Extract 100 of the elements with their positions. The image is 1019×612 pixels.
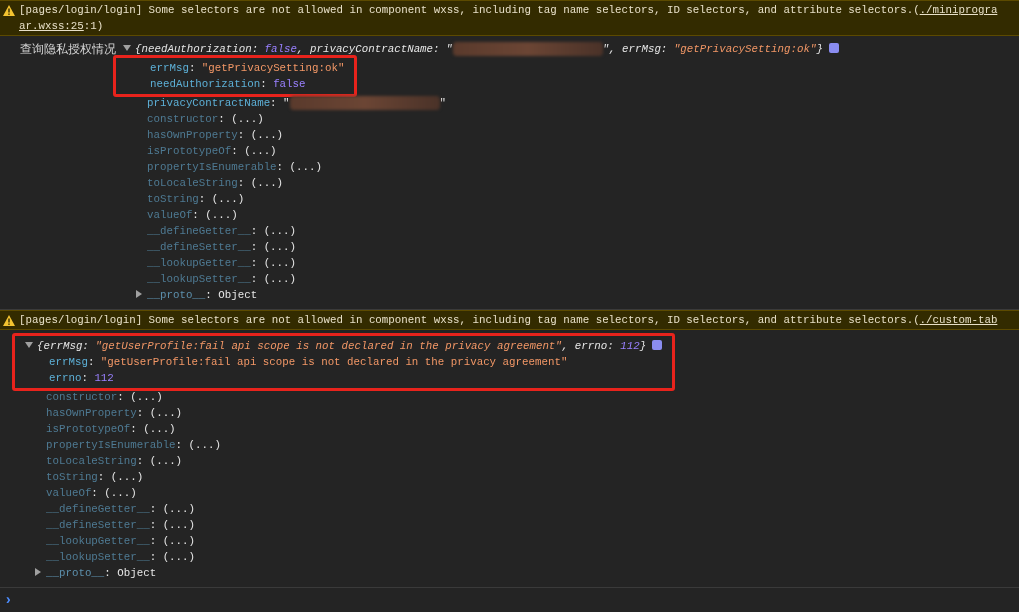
property-value[interactable]: (...) bbox=[231, 113, 264, 125]
colon: : bbox=[237, 177, 246, 189]
colon: : bbox=[149, 503, 158, 515]
colon: : bbox=[237, 129, 246, 141]
warning-text: [pages/login/login] Some selectors are not allowed in component wxss, including tag name selectors, ID selectors, and attribute selectors.( bbox=[19, 3, 920, 18]
property-key: __proto__ bbox=[46, 567, 105, 579]
console-prompt[interactable]: › bbox=[4, 592, 13, 608]
property-key: __lookupSetter__ bbox=[147, 273, 251, 285]
expand-arrow-icon[interactable] bbox=[135, 290, 143, 298]
property-key: errno bbox=[49, 372, 82, 384]
property-value[interactable]: (...) bbox=[263, 225, 297, 237]
property-value[interactable]: (...) bbox=[263, 273, 297, 285]
colon: : bbox=[104, 567, 112, 579]
colon: : bbox=[205, 289, 213, 301]
colon: : bbox=[188, 62, 197, 74]
source-link[interactable]: ar.wxss:25 bbox=[19, 20, 84, 32]
colon: : bbox=[270, 97, 278, 109]
property-key: valueOf bbox=[147, 209, 193, 221]
property-value[interactable]: (...) bbox=[149, 455, 183, 467]
expand-arrow-icon[interactable] bbox=[34, 568, 42, 576]
property-key: toString bbox=[46, 471, 98, 483]
property-value[interactable]: (...) bbox=[110, 471, 144, 483]
property-key: __defineSetter__ bbox=[147, 241, 251, 253]
property-value[interactable]: (...) bbox=[104, 487, 137, 499]
source-link[interactable]: ./miniprogra bbox=[919, 2, 998, 18]
property-key: __defineGetter__ bbox=[147, 225, 251, 237]
property-key: __lookupGetter__ bbox=[46, 535, 150, 547]
property-value[interactable]: (...) bbox=[188, 439, 221, 451]
property-key: constructor bbox=[147, 113, 219, 125]
colon: : bbox=[231, 145, 239, 157]
collapse-arrow-icon[interactable] bbox=[25, 341, 33, 349]
property-key: hasOwnProperty bbox=[147, 129, 238, 141]
info-icon[interactable] bbox=[652, 340, 663, 350]
property-value[interactable]: (...) bbox=[289, 161, 322, 173]
property-key: __lookupSetter__ bbox=[46, 551, 150, 563]
property-value[interactable]: (...) bbox=[211, 193, 245, 205]
property-value[interactable]: (...) bbox=[149, 407, 183, 419]
colon: : bbox=[260, 78, 268, 90]
colon: : bbox=[192, 209, 200, 221]
quote-mark: " bbox=[602, 43, 609, 55]
property-value[interactable]: (...) bbox=[263, 241, 297, 253]
warning-icon bbox=[3, 314, 15, 326]
property-key: toString bbox=[147, 193, 199, 205]
property-value[interactable]: (...) bbox=[130, 391, 163, 403]
colon: : bbox=[97, 471, 106, 483]
property-value[interactable]: (...) bbox=[250, 177, 284, 189]
property-value[interactable]: (...) bbox=[250, 129, 284, 141]
property-key: valueOf bbox=[46, 487, 92, 499]
colon: : bbox=[136, 455, 145, 467]
property-key: isPrototypeOf bbox=[147, 145, 232, 157]
quote-mark: " bbox=[283, 97, 290, 109]
colon: : bbox=[175, 439, 184, 451]
property-key: isPrototypeOf bbox=[46, 423, 131, 435]
warning-text: [pages/login/login] Some selectors are not allowed in component wxss, including tag name selectors, ID selectors, and attribute selectors.( bbox=[19, 313, 920, 328]
quote-mark: " bbox=[439, 97, 447, 109]
property-key: constructor bbox=[46, 391, 118, 403]
colon: : bbox=[91, 487, 99, 499]
colon: : bbox=[81, 372, 89, 384]
warning-text: :1) bbox=[83, 20, 104, 32]
property-value[interactable]: (...) bbox=[205, 209, 238, 221]
property-value[interactable]: (...) bbox=[143, 423, 176, 435]
property-value[interactable]: (...) bbox=[162, 503, 196, 515]
property-value[interactable]: (...) bbox=[162, 535, 196, 547]
property-key: toLocaleString bbox=[46, 455, 137, 467]
property-key: propertyIsEnumerable bbox=[46, 439, 176, 451]
colon: : bbox=[276, 161, 285, 173]
property-key: propertyIsEnumerable bbox=[147, 161, 277, 173]
property-value: Object bbox=[117, 567, 157, 579]
property-key: __defineGetter__ bbox=[46, 503, 150, 515]
quote-mark: " bbox=[446, 43, 453, 55]
colon: : bbox=[218, 113, 226, 125]
colon: : bbox=[149, 519, 158, 531]
colon: : bbox=[198, 193, 207, 205]
property-key: errMsg bbox=[49, 356, 88, 368]
colon: : bbox=[250, 257, 259, 269]
warning-icon bbox=[3, 4, 15, 16]
object-preview[interactable]: {needAuthorization: false, privacyContractName: " ", errMsg: "getPrivacySetting:ok"} bbox=[135, 43, 823, 55]
property-value: false bbox=[273, 78, 306, 90]
colon: : bbox=[87, 356, 96, 368]
property-value[interactable]: (...) bbox=[162, 551, 196, 563]
object-preview[interactable]: {errMsg: "getUserProfile:fail api scope is not declared in the privacy agreement", errno: 112} bbox=[37, 340, 647, 352]
property-key: needAuthorization bbox=[150, 78, 261, 90]
property-value[interactable]: (...) bbox=[162, 519, 196, 531]
property-key: __defineSetter__ bbox=[46, 519, 150, 531]
colon: : bbox=[250, 273, 259, 285]
property-value: "getPrivacySetting:ok" bbox=[201, 62, 345, 74]
colon: : bbox=[250, 241, 259, 253]
collapse-arrow-icon[interactable] bbox=[123, 44, 131, 52]
source-link[interactable]: ./custom-tab bbox=[919, 312, 998, 328]
property-value: 112 bbox=[94, 372, 114, 384]
colon: : bbox=[130, 423, 138, 435]
property-key: toLocaleString bbox=[147, 177, 238, 189]
property-value[interactable]: (...) bbox=[263, 257, 297, 269]
property-key: __lookupGetter__ bbox=[147, 257, 251, 269]
property-value[interactable]: (...) bbox=[244, 145, 277, 157]
info-icon[interactable] bbox=[828, 43, 839, 53]
property-value: Object bbox=[218, 289, 258, 301]
colon: : bbox=[117, 391, 125, 403]
log-label: 查询隐私授权情况 bbox=[19, 41, 117, 57]
property-key: __proto__ bbox=[147, 289, 206, 301]
